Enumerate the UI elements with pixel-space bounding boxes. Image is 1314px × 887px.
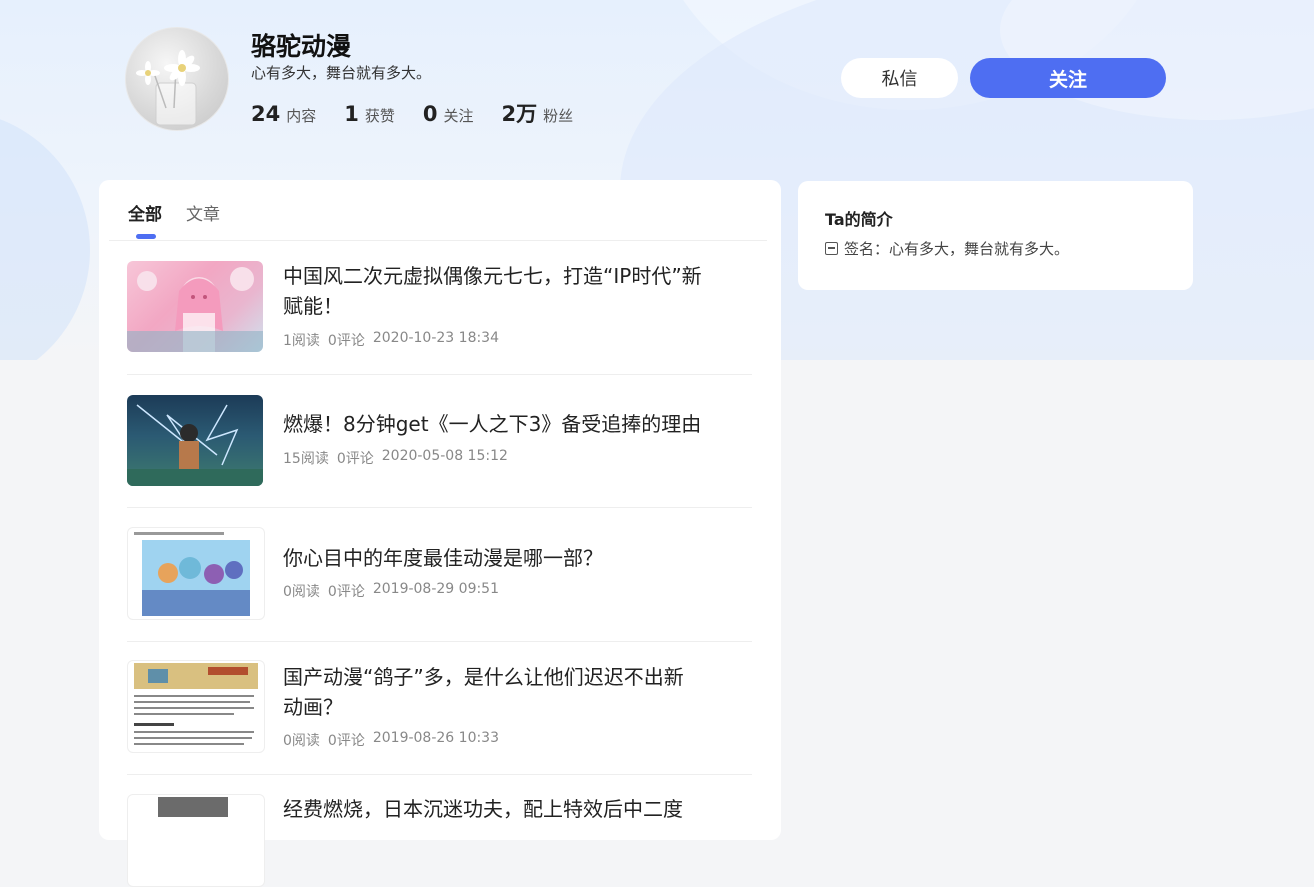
article-meta: 0阅读 0评论 2019-08-29 09:51 [283, 581, 499, 601]
tabs-divider [109, 240, 767, 241]
article-item[interactable]: 经费燃烧，日本沉迷功夫，配上特效后中二度 [127, 774, 752, 887]
bg-shape [0, 110, 90, 360]
comment-count: 0评论 [327, 584, 365, 600]
article-thumbnail[interactable] [127, 395, 263, 486]
publish-time: 2019-08-26 10:33 [372, 730, 500, 746]
stat-label: 关注 [443, 107, 474, 125]
tab-articles[interactable]: 文章 [186, 200, 220, 225]
stat-followers[interactable]: 2万 粉丝 [502, 98, 574, 128]
stat-label: 粉丝 [543, 107, 574, 125]
profile-intro-card: Ta的简介 签名：心有多大，舞台就有多大。 [798, 181, 1193, 290]
stat-likes[interactable]: 1 获赞 [344, 102, 395, 126]
article-thumbnail[interactable] [127, 527, 265, 620]
stat-number: 1 [344, 102, 359, 126]
signature-icon [825, 242, 838, 255]
profile-stats: 24 内容 1 获赞 0 关注 2万 粉丝 [251, 98, 573, 128]
comment-count: 0评论 [327, 733, 365, 749]
tab-all[interactable]: 全部 [128, 200, 162, 225]
message-button[interactable]: 私信 [841, 58, 958, 98]
article-item[interactable]: 你心目中的年度最佳动漫是哪一部？ 0阅读 0评论 2019-08-29 09:5… [127, 507, 752, 642]
user-bio: 心有多大，舞台就有多大。 [251, 64, 432, 82]
read-count: 0阅读 [283, 584, 320, 600]
content-card: 全部 文章 中国风二次元虚拟偶像元七七，打造“IP时代”新赋能！ 1阅读 0评论… [99, 180, 781, 887]
comment-count: 0评论 [327, 333, 365, 349]
stat-number: 0 [422, 102, 438, 126]
read-count: 15阅读 [283, 451, 329, 467]
article-title[interactable]: 你心目中的年度最佳动漫是哪一部？ [283, 543, 703, 573]
article-item[interactable]: 国产动漫“鸽子”多，是什么让他们迟迟不出新动画？ 0阅读 0评论 2019-08… [127, 641, 752, 775]
comment-count: 0评论 [336, 451, 374, 467]
content-tabs: 全部 文章 [128, 200, 220, 225]
article-title[interactable]: 中国风二次元虚拟偶像元七七，打造“IP时代”新赋能！ [283, 261, 703, 321]
avatar[interactable] [125, 27, 229, 131]
username: 骆驼动漫 [251, 32, 352, 61]
article-title[interactable]: 国产动漫“鸽子”多，是什么让他们迟迟不出新动画？ [283, 662, 703, 722]
intro-title: Ta的简介 [825, 210, 893, 229]
signature-row: 签名：心有多大，舞台就有多大。 [825, 238, 1069, 259]
stat-content[interactable]: 24 内容 [251, 102, 316, 126]
publish-time: 2019-08-29 09:51 [372, 581, 500, 597]
stat-following[interactable]: 0 关注 [423, 102, 474, 126]
article-title[interactable]: 燃爆！8分钟get《一人之下3》备受追捧的理由 [283, 409, 743, 439]
article-item[interactable]: 中国风二次元虚拟偶像元七七，打造“IP时代”新赋能！ 1阅读 0评论 2020-… [127, 260, 752, 375]
read-count: 0阅读 [283, 733, 320, 749]
active-tab-indicator [136, 234, 156, 239]
article-thumbnail[interactable] [127, 660, 265, 753]
publish-time: 2020-10-23 18:34 [372, 330, 500, 346]
stat-number: 2万 [501, 102, 538, 126]
stat-label: 内容 [286, 107, 317, 125]
article-meta: 1阅读 0评论 2020-10-23 18:34 [283, 330, 499, 350]
publish-time: 2020-05-08 15:12 [381, 448, 508, 464]
article-meta: 15阅读 0评论 2020-05-08 15:12 [283, 448, 508, 468]
article-meta: 0阅读 0评论 2019-08-26 10:33 [283, 730, 499, 750]
article-item[interactable]: 燃爆！8分钟get《一人之下3》备受追捧的理由 15阅读 0评论 2020-05… [127, 374, 752, 508]
stat-label: 获赞 [364, 107, 395, 125]
stat-number: 24 [251, 102, 281, 126]
signature-text: 签名：心有多大，舞台就有多大。 [844, 240, 1070, 258]
flower-icon [136, 50, 200, 126]
article-thumbnail[interactable] [127, 794, 265, 887]
article-thumbnail[interactable] [127, 261, 263, 352]
read-count: 1阅读 [283, 333, 320, 349]
article-title[interactable]: 经费燃烧，日本沉迷功夫，配上特效后中二度 [283, 794, 703, 824]
follow-button[interactable]: 关注 [970, 58, 1166, 98]
